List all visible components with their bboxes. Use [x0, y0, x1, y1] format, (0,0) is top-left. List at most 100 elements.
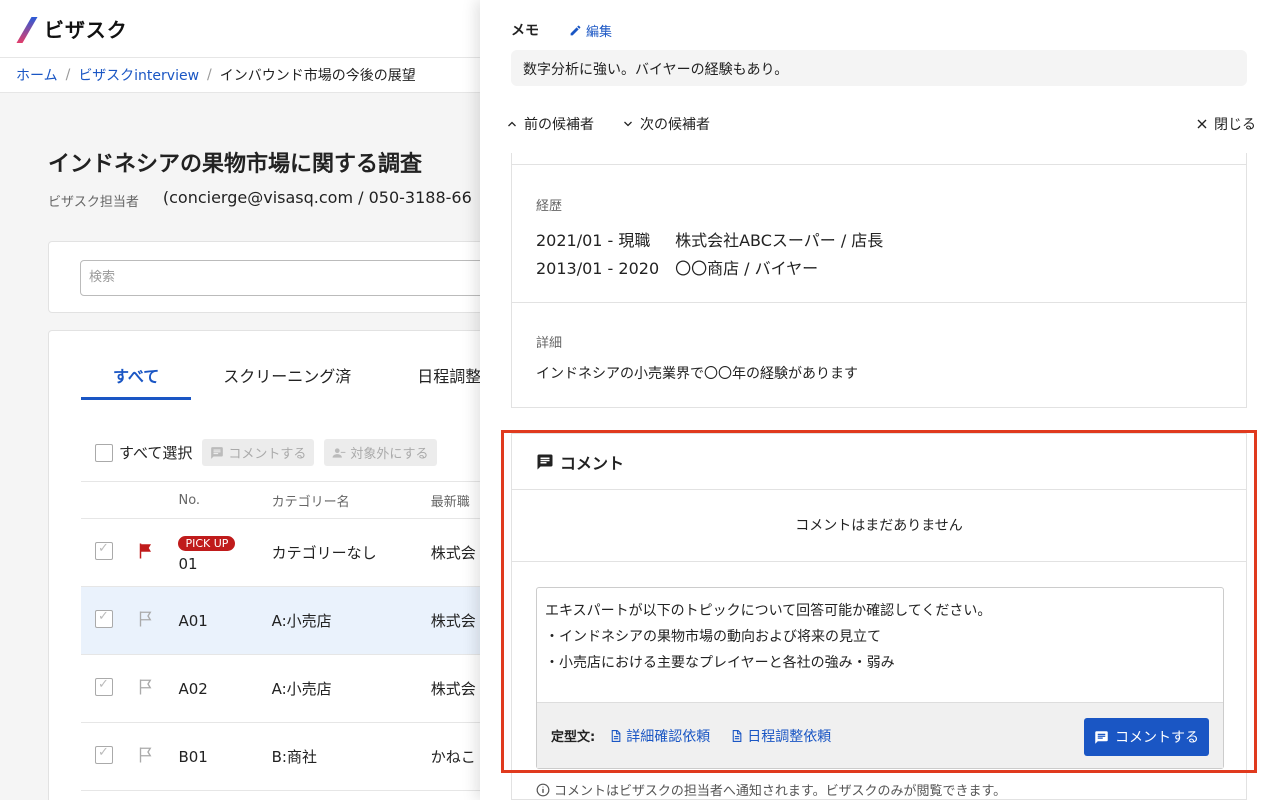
page-title: インドネシアの果物市場に関する調査	[48, 152, 423, 177]
memo-edit-label: 編集	[586, 24, 613, 40]
submit-comment-button[interactable]: コメントする	[1084, 718, 1209, 756]
tab-scheduling[interactable]: 日程調整	[417, 355, 481, 400]
select-all-checkbox[interactable]	[95, 443, 113, 462]
comment-icon	[537, 454, 553, 469]
divider	[512, 302, 1246, 303]
comment-textarea[interactable]: エキスパートが以下のトピックについて回答可能か確認してください。 ・インドネシア…	[537, 588, 1223, 702]
flag-outline-icon[interactable]	[136, 746, 154, 764]
row-checkbox[interactable]	[95, 745, 113, 764]
breadcrumb-home[interactable]: ホーム	[16, 65, 58, 85]
owner-row: ビザスク担当者 (concierge@visasq.com / 050-3188…	[48, 188, 472, 210]
row-category: A:小売店	[271, 612, 332, 630]
career-label: 経歴	[536, 199, 563, 214]
next-candidate-label: 次の候補者	[640, 117, 710, 133]
breadcrumb-current: インバウンド市場の今後の展望	[219, 68, 416, 84]
list-toolbar: すべて選択 コメントする 対象外にする	[95, 439, 437, 466]
candidate-list-card: すべて スクリーニング済 日程調整 すべて選択 コメントする 対象外にする No…	[48, 330, 489, 800]
row-checkbox[interactable]	[95, 609, 113, 628]
comment-line: ・インドネシアの果物市場の動向および将来の見立て	[545, 629, 881, 645]
logo[interactable]: ビザスク	[16, 14, 128, 43]
close-icon	[1197, 119, 1207, 129]
comment-section: コメント コメントはまだありません エキスパートが以下のトピックについて回答可能…	[511, 433, 1247, 800]
row-category: A:小売店	[271, 680, 332, 698]
template-label: 定型文:	[551, 730, 596, 745]
search-input[interactable]: 検索	[80, 260, 500, 296]
template-schedule-request[interactable]: 日程調整依頼	[730, 726, 831, 746]
pencil-icon	[570, 25, 581, 35]
logo-mark-icon	[16, 17, 40, 41]
candidate-nav: 前の候補者 次の候補者 閉じる	[506, 114, 1256, 134]
table-row[interactable]: PICK UP 01 カテゴリーなし 株式会	[81, 519, 489, 587]
comment-icon	[1095, 730, 1108, 744]
career-period: 2021/01 - 現職	[536, 231, 651, 250]
header-category: カテゴリー名	[271, 494, 350, 510]
select-all[interactable]: すべて選択	[95, 442, 192, 463]
bulk-comment-label: コメントする	[228, 447, 307, 462]
template-detail-label: 詳細確認依頼	[626, 728, 711, 745]
person-remove-icon	[332, 447, 346, 458]
breadcrumb-separator: /	[207, 67, 212, 83]
template-detail-request[interactable]: 詳細確認依頼	[609, 726, 710, 746]
tab-screened[interactable]: スクリーニング済	[223, 355, 351, 400]
logo-text: ビザスク	[44, 18, 128, 42]
comment-notice: コメントはビザスクの担当者へ通知されます。ビザスクのみが閲覧できます。	[536, 780, 1006, 799]
detail-card-top	[511, 153, 1247, 165]
table-row[interactable]: B01 B:商社 かねこ	[81, 723, 489, 791]
pickup-badge: PICK UP	[178, 535, 236, 551]
comment-title: コメント	[560, 453, 625, 473]
editor-footer: 定型文: 詳細確認依頼 日程調整依頼 コメントする	[537, 702, 1223, 768]
row-checkbox[interactable]	[95, 677, 113, 696]
table-row[interactable]: A02 A:小売店 株式会	[81, 655, 489, 723]
chevron-down-icon	[624, 121, 632, 127]
info-icon	[536, 783, 550, 796]
comment-icon	[211, 446, 224, 459]
no-comment-message: コメントはまだありません	[512, 490, 1246, 562]
tab-all[interactable]: すべて	[81, 355, 192, 400]
template-schedule-label: 日程調整依頼	[747, 728, 832, 745]
flag-outline-icon[interactable]	[136, 678, 154, 696]
memo-header: メモ 編集	[511, 20, 612, 40]
row-number: A01	[178, 611, 208, 630]
row-number: B01	[178, 747, 208, 766]
exclude-button[interactable]: 対象外にする	[324, 439, 437, 466]
career-period: 2013/01 - 2020	[536, 259, 660, 278]
close-label: 閉じる	[1214, 117, 1256, 133]
breadcrumb-section[interactable]: ビザスクinterview	[78, 65, 199, 85]
detail-label: 詳細	[536, 336, 563, 351]
candidate-table: No. カテゴリー名 最新職 PICK UP 01 カテゴリーなし 株式会 A0…	[81, 481, 489, 791]
comment-editor: エキスパートが以下のトピックについて回答可能か確認してください。 ・インドネシア…	[536, 587, 1224, 769]
row-category: カテゴリーなし	[271, 544, 377, 562]
document-icon	[611, 729, 621, 742]
search-card: 検索	[48, 241, 500, 313]
prev-candidate-label: 前の候補者	[524, 117, 594, 133]
row-checkbox[interactable]	[95, 541, 113, 560]
chevron-up-icon	[508, 121, 516, 127]
career-desc: 株式会社ABCスーパー / 店長	[675, 231, 884, 250]
row-category: B:商社	[271, 748, 317, 766]
exclude-label: 対象外にする	[350, 447, 429, 462]
memo-label: メモ	[511, 23, 539, 39]
owner-label: ビザスク担当者	[48, 195, 139, 210]
header-no: No.	[178, 492, 201, 508]
memo-text: 数字分析に強い。バイヤーの経験もあり。	[511, 50, 1247, 86]
comment-header: コメント	[512, 434, 1246, 490]
breadcrumb-separator: /	[65, 67, 71, 83]
close-panel-button[interactable]: 閉じる	[1196, 114, 1256, 134]
tab-bar: すべて スクリーニング済 日程調整	[81, 355, 547, 400]
bulk-comment-button[interactable]: コメントする	[202, 439, 315, 466]
comment-line: ・小売店における主要なプレイヤーと各社の強み・弱み	[545, 655, 895, 671]
row-number: 01	[178, 554, 198, 573]
next-candidate-button[interactable]: 次の候補者	[622, 114, 710, 134]
memo-edit-button[interactable]: 編集	[569, 21, 612, 40]
flag-outline-icon[interactable]	[136, 610, 154, 628]
candidate-detail-panel: メモ 編集 数字分析に強い。バイヤーの経験もあり。 前の候補者 次の候補者 閉じ…	[480, 0, 1280, 800]
table-header: No. カテゴリー名 最新職	[81, 481, 489, 519]
select-all-label: すべて選択	[119, 444, 193, 462]
prev-candidate-button[interactable]: 前の候補者	[506, 114, 594, 134]
document-icon	[732, 729, 742, 742]
owner-value: (concierge@visasq.com / 050-3188-66	[162, 188, 472, 207]
flag-filled-icon[interactable]	[136, 542, 154, 560]
table-row[interactable]: A01 A:小売店 株式会	[81, 587, 489, 655]
detail-text: インドネシアの小売業界で〇〇年の経験があります	[536, 366, 858, 382]
career-desc: 〇〇商店 / バイヤー	[675, 259, 819, 278]
